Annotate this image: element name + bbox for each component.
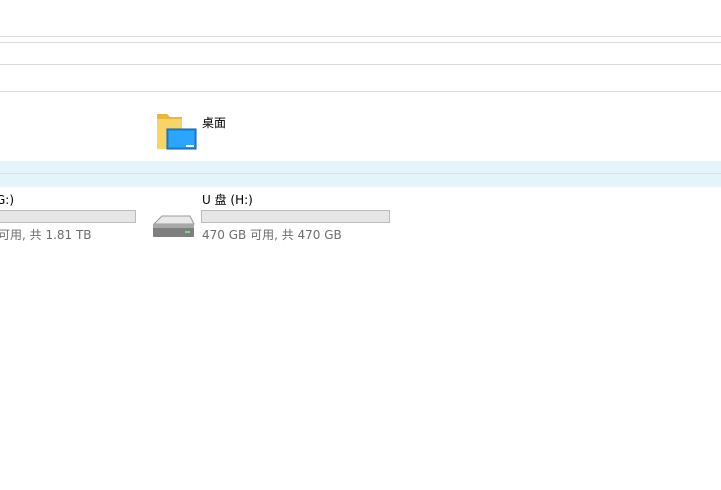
drive-g-usage-bar: [0, 210, 136, 223]
hard-drive-icon: [152, 215, 195, 237]
desktop-item-label[interactable]: 桌面: [202, 116, 226, 130]
divider: [0, 42, 721, 43]
desktop-item[interactable]: [156, 112, 198, 152]
divider: [0, 64, 721, 65]
drive-g-free-space: 可用, 共 1.81 TB: [0, 228, 92, 242]
divider: [0, 91, 721, 92]
drive-h-free-space: 470 GB 可用, 共 470 GB: [202, 228, 342, 242]
divider: [0, 36, 721, 37]
section-divider: [0, 173, 721, 174]
desktop-folder-icon: [157, 114, 197, 150]
drive-h-item[interactable]: [150, 212, 196, 242]
drive-g-label[interactable]: G:): [0, 193, 14, 207]
file-explorer-content: 桌面 G:) 可用, 共 1.81 TB U 盘 (H:) 470 GB 可用,…: [0, 0, 721, 490]
section-header-devices[interactable]: [0, 161, 721, 187]
drive-h-usage-bar: [201, 210, 390, 223]
drive-h-label[interactable]: U 盘 (H:): [202, 193, 253, 207]
